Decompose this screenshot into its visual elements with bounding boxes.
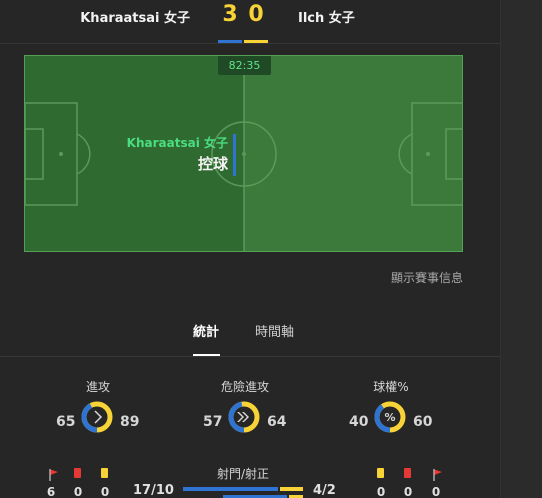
home-color-bar xyxy=(218,40,242,43)
percent-icon: % xyxy=(384,411,395,424)
away-corners: 0 xyxy=(431,485,441,498)
away-shots-bar xyxy=(280,487,303,491)
possession-label: 控球 xyxy=(197,155,228,173)
stat-home-value: 65 xyxy=(56,414,76,430)
home-red-cards: 0 xyxy=(73,485,83,498)
tab-bar: 統計 時間軸 xyxy=(0,312,500,357)
double-chevron-icon xyxy=(237,412,249,422)
stat-label: 進攻 xyxy=(85,380,110,394)
home-corners: 6 xyxy=(46,485,56,498)
stat-away-value: 60 xyxy=(413,414,433,430)
attacks-ring xyxy=(81,401,113,433)
live-pitch: 82:35 Kharaatsai 女子 控球 xyxy=(24,55,463,252)
stat-home-value: 57 xyxy=(203,414,223,430)
possession-indicator xyxy=(233,134,236,176)
possession-team: Kharaatsai 女子 xyxy=(126,136,228,150)
away-yellow-cards: 0 xyxy=(376,485,386,498)
stat-label: 球權% xyxy=(373,380,409,394)
away-team-name[interactable]: Ilch 女子 xyxy=(298,7,355,26)
right-sidebar xyxy=(500,0,542,498)
home-team-name[interactable]: Kharaatsai 女子 xyxy=(80,7,190,26)
shots-label: 射門/射正 xyxy=(216,467,270,481)
match-timer: 82:35 xyxy=(218,56,271,75)
tab-timeline[interactable]: 時間軸 xyxy=(255,321,294,340)
active-tab-underline xyxy=(193,354,220,356)
red-card-icon xyxy=(404,468,411,478)
away-red-cards: 0 xyxy=(403,485,413,498)
home-score: 3 xyxy=(222,2,238,27)
home-yellow-cards: 0 xyxy=(100,485,110,498)
yellow-card-icon xyxy=(377,468,384,478)
stat-possession: 球權% 40 % 60 xyxy=(321,378,461,438)
dangerous-attacks-ring xyxy=(228,401,260,433)
yellow-card-icon xyxy=(101,468,108,478)
stat-home-value: 40 xyxy=(349,414,369,430)
stat-dangerous-attacks: 危險進攻 57 64 xyxy=(175,378,315,438)
possession-ring: % xyxy=(374,401,406,433)
scoreboard-header: Kharaatsai 女子 3 0 Ilch 女子 xyxy=(0,0,500,44)
home-shots: 17/10 xyxy=(133,483,174,498)
show-event-info-link[interactable]: 顯示賽事信息 xyxy=(391,269,463,286)
stat-attacks: 進攻 65 89 xyxy=(28,378,168,438)
chevron-right-icon xyxy=(94,410,103,424)
pitch-lines xyxy=(25,56,462,251)
stat-away-value: 64 xyxy=(267,414,287,430)
away-score: 0 xyxy=(248,2,264,27)
stat-away-value: 89 xyxy=(120,414,140,430)
home-shots-bar xyxy=(183,487,278,491)
match-panel: Kharaatsai 女子 3 0 Ilch 女子 82:35 Kharaats… xyxy=(0,0,500,498)
tab-stats[interactable]: 統計 xyxy=(193,321,219,340)
corner-flag-icon xyxy=(433,469,442,481)
corner-flag-icon xyxy=(49,469,58,481)
away-shots: 4/2 xyxy=(313,483,336,498)
away-color-bar xyxy=(244,40,268,43)
stat-label: 危險進攻 xyxy=(220,380,269,394)
red-card-icon xyxy=(74,468,81,478)
